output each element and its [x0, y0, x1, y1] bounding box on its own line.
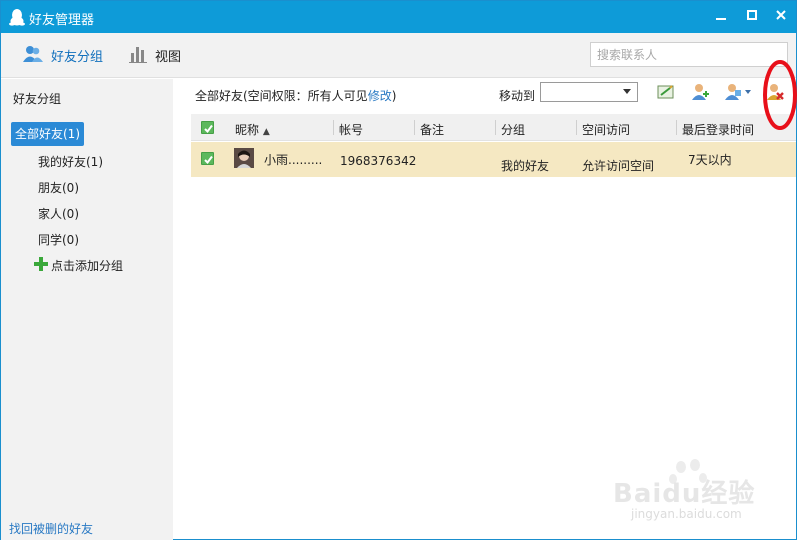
- permission-text-close: ): [391, 89, 397, 103]
- title-bar: 好友管理器: [1, 1, 796, 33]
- column-divider[interactable]: [333, 120, 334, 135]
- column-space-access[interactable]: 空间访问: [582, 121, 630, 138]
- avatar: [234, 148, 254, 168]
- watermark-url: jingyan.baidu.com: [631, 507, 742, 521]
- column-account[interactable]: 帐号: [339, 121, 363, 138]
- qq-penguin-icon: [9, 8, 25, 26]
- recover-deleted-friends-link[interactable]: 找回被删的好友: [9, 520, 93, 537]
- column-last-login[interactable]: 最后登录时间: [682, 121, 754, 138]
- friends-icon: [23, 45, 43, 66]
- friend-nickname: 小雨.........: [264, 153, 323, 167]
- group-item-classmates[interactable]: 同学(0): [38, 231, 79, 248]
- group-item-family[interactable]: 家人(0): [38, 205, 79, 222]
- edit-note-icon: [656, 85, 676, 105]
- search-input[interactable]: [590, 42, 788, 67]
- toolbar: 好友分组 视图: [1, 33, 796, 78]
- column-divider[interactable]: [414, 120, 415, 135]
- sidebar: 好友分组 全部好友(1) 我的好友(1) 朋友(0) 家人(0) 同学(0) 点…: [1, 79, 173, 540]
- friend-groups-tab-label: 好友分组: [51, 49, 104, 65]
- add-friend-button[interactable]: [690, 82, 712, 104]
- friend-manager-window: 好友管理器 好友分组 视图 搜索联系人 好友分组 全部好友(1) 我的好友(1)…: [0, 0, 797, 540]
- edit-note-button[interactable]: [656, 82, 678, 104]
- friend-account: 1968376342: [340, 154, 417, 168]
- view-tab-label: 视图: [155, 49, 182, 65]
- row-checkbox[interactable]: [201, 152, 214, 165]
- watermark-text: Baidu经验: [613, 479, 756, 509]
- table-row[interactable]: 小雨......... 1968376342 我的好友 允许访问空间 7天以内: [191, 142, 796, 177]
- sort-asc-icon: ▲: [262, 127, 270, 137]
- group-item-friends[interactable]: 朋友(0): [38, 179, 79, 196]
- add-group-label: 点击添加分组: [51, 259, 124, 273]
- column-group[interactable]: 分组: [501, 121, 525, 138]
- add-friend-icon: [690, 84, 710, 105]
- group-item-my-friends[interactable]: 我的好友(1): [38, 153, 103, 170]
- column-nickname-label: 昵称: [235, 123, 260, 137]
- edit-permission-link[interactable]: 修改: [368, 89, 392, 103]
- friend-space-access: 允许访问空间: [582, 159, 655, 173]
- friend-menu-button[interactable]: [724, 82, 754, 104]
- window-title: 好友管理器: [29, 13, 95, 28]
- move-to-dropdown[interactable]: [540, 82, 638, 102]
- move-to-label: 移动到: [499, 89, 536, 103]
- sidebar-title: 好友分组: [13, 92, 62, 106]
- bar-chart-icon: [129, 45, 147, 66]
- select-all-checkbox[interactable]: [201, 121, 214, 134]
- friend-groups-tab[interactable]: 好友分组: [23, 45, 103, 65]
- table-header: 昵称 ▲ 帐号 备注 分组 空间访问 最后登录时间: [191, 114, 796, 141]
- permission-summary: 全部好友(空间权限：所有人可见修改): [195, 87, 396, 104]
- friend-group: 我的好友: [501, 159, 550, 173]
- group-item-all-friends[interactable]: 全部好友(1): [11, 122, 84, 146]
- column-divider[interactable]: [576, 120, 577, 135]
- red-circle-annotation: [763, 60, 797, 130]
- close-button[interactable]: [770, 7, 792, 27]
- column-divider[interactable]: [676, 120, 677, 135]
- chevron-down-icon: [623, 89, 631, 94]
- column-remark[interactable]: 备注: [420, 121, 444, 138]
- maximize-button[interactable]: [741, 7, 763, 27]
- minimize-button[interactable]: [710, 7, 732, 27]
- add-group-button[interactable]: 点击添加分组: [34, 257, 123, 274]
- friend-menu-icon: [724, 84, 754, 105]
- column-nickname[interactable]: 昵称 ▲: [235, 121, 270, 138]
- column-divider[interactable]: [495, 120, 496, 135]
- friend-last-login: 7天以内: [688, 153, 732, 167]
- green-plus-icon: [34, 257, 48, 274]
- view-tab[interactable]: 视图: [129, 45, 181, 65]
- permission-text: 全部好友(空间权限：所有人可见: [195, 89, 368, 103]
